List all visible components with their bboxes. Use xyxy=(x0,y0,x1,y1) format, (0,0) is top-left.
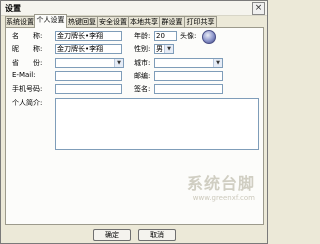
intro-label: 个人简介: xyxy=(12,99,43,107)
watermark-url: www.greenxf.com xyxy=(192,194,255,202)
email-label: E-Mail: xyxy=(12,71,36,79)
signature-label: 签名: xyxy=(134,85,151,93)
postcode-label: 邮编: xyxy=(134,72,151,80)
province-select[interactable]: ▼ xyxy=(55,58,124,68)
cancel-button[interactable]: 取消 xyxy=(138,229,176,241)
chevron-down-icon[interactable]: ▼ xyxy=(164,45,173,53)
personal-settings-panel: 名 称: 金刀牌长•李翔 年龄: 20 头像: 昵 称: 金刀牌长•李翔 性别:… xyxy=(5,27,264,225)
nickname-label: 昵 称: xyxy=(12,45,43,53)
name-label: 名 称: xyxy=(12,32,43,40)
tab-hotkey-reply[interactable]: 热键回复 xyxy=(66,16,98,27)
tab-personal[interactable]: 个人设置 xyxy=(34,14,67,28)
name-field[interactable]: 金刀牌长•李翔 xyxy=(55,31,122,41)
gender-select[interactable]: 男 ▼ xyxy=(154,44,174,54)
close-icon: × xyxy=(254,3,263,13)
gender-label: 性别: xyxy=(134,45,151,53)
tab-system[interactable]: 系统设置 xyxy=(5,16,35,27)
avatar[interactable] xyxy=(202,30,216,44)
city-select[interactable]: ▼ xyxy=(154,58,223,68)
avatar-label: 头像: xyxy=(180,32,197,40)
mobile-field[interactable] xyxy=(55,84,122,94)
gender-value: 男 xyxy=(156,45,163,53)
signature-field[interactable] xyxy=(154,84,223,94)
province-label: 省 份: xyxy=(12,59,43,67)
mobile-label: 手机号码: xyxy=(12,85,43,93)
tab-local-share[interactable]: 本地共享 xyxy=(128,16,160,27)
tab-security[interactable]: 安全设置 xyxy=(97,16,129,27)
close-button[interactable]: × xyxy=(252,2,265,15)
ok-button[interactable]: 确定 xyxy=(93,229,131,241)
window-title: 设置 xyxy=(5,4,21,13)
watermark-text: 系统台脚 xyxy=(186,174,255,193)
email-field[interactable] xyxy=(55,71,122,81)
tab-group[interactable]: 群设置 xyxy=(159,16,185,27)
age-field[interactable]: 20 xyxy=(154,31,177,41)
nickname-field[interactable]: 金刀牌长•李翔 xyxy=(55,44,122,54)
watermark: 系统台脚 www.greenxf.com xyxy=(187,170,255,202)
city-label: 城市: xyxy=(134,59,151,67)
chevron-down-icon[interactable]: ▼ xyxy=(114,59,123,67)
tab-print-share[interactable]: 打印共享 xyxy=(184,16,217,27)
settings-dialog: 设置 × 系统设置 个人设置 热键回复 安全设置 本地共享 群设置 打印共享 名… xyxy=(0,0,268,244)
age-label: 年龄: xyxy=(134,32,151,40)
intro-textarea[interactable] xyxy=(55,98,259,150)
postcode-field[interactable] xyxy=(154,71,223,81)
chevron-down-icon[interactable]: ▼ xyxy=(213,59,222,67)
